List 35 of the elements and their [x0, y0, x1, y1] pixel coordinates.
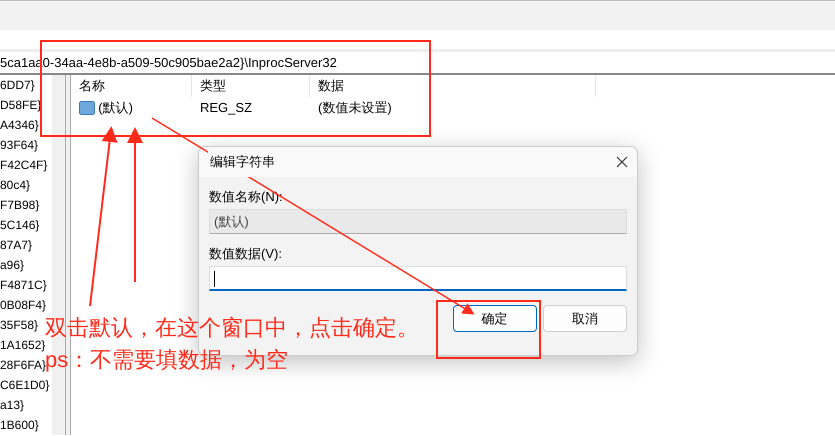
annotation-text: ps：不需要填数据，为空	[45, 347, 288, 374]
tree-item[interactable]: 0B08F4}	[0, 298, 46, 312]
tree-item[interactable]: A4346}	[0, 118, 39, 132]
tree-item[interactable]: F7B98}	[0, 198, 40, 212]
tree-item[interactable]: F42C4F}	[0, 158, 48, 172]
tree-item[interactable]: 5C146}	[0, 218, 40, 232]
column-header[interactable]: 名称	[71, 75, 192, 97]
tree-item[interactable]: 28F6FA}	[0, 358, 46, 372]
annotation-text: 双击默认，在这个窗口中，点击确定。	[45, 314, 419, 340]
input-field[interactable]	[209, 266, 627, 291]
ok-button[interactable]: 确定	[452, 305, 536, 332]
value-data: (数值未设置)	[317, 99, 392, 117]
tree-item[interactable]: a13}	[0, 398, 24, 412]
field-label: 数值名称(N):	[209, 188, 284, 206]
tree-item[interactable]: 6DD7}	[0, 78, 35, 92]
cancel-button[interactable]: 取消	[543, 305, 627, 332]
text-cursor	[214, 271, 215, 287]
tree-item[interactable]: 80c4}	[0, 178, 30, 192]
tree-item[interactable]: 35F58}	[0, 318, 38, 332]
tree-item[interactable]: C6E1D0}	[0, 378, 50, 392]
tree-item[interactable]: a96}	[0, 258, 24, 272]
tree-item[interactable]: D58FE}	[0, 98, 42, 112]
tree-item[interactable]: 1A1652}	[0, 338, 46, 352]
close-icon[interactable]	[616, 156, 628, 168]
tree-item[interactable]: 93F64}	[0, 138, 38, 152]
column-header[interactable]: 类型	[192, 75, 310, 97]
tree-item[interactable]: 1B600}	[0, 418, 39, 432]
field-label: 数值数据(V):	[209, 245, 283, 263]
value-type: REG_SZ	[199, 99, 254, 117]
tree-item[interactable]: F4871C}	[0, 278, 47, 292]
value-name[interactable]: (默认)	[98, 97, 133, 119]
string-value-icon	[79, 101, 95, 115]
tree-item[interactable]: 87A7}	[0, 238, 32, 252]
input-field: (默认)	[209, 209, 627, 234]
column-header[interactable]: 数据	[310, 75, 596, 97]
